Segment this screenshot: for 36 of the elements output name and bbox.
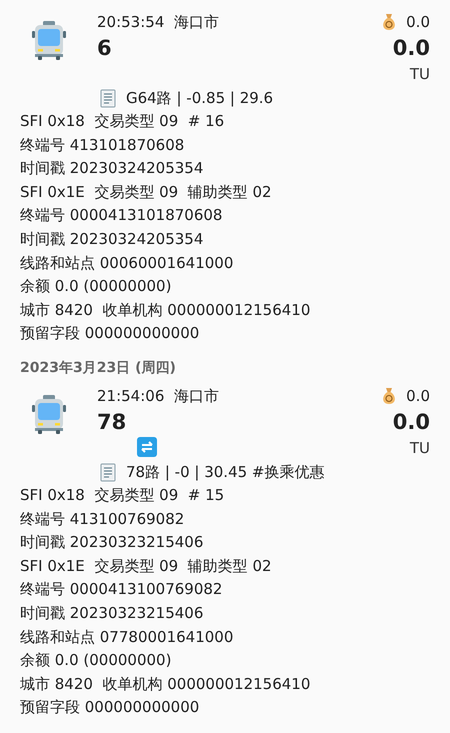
detail-line: 时间戳 20230324205354 [20, 228, 204, 250]
date-header: 2023年3月23日 (周四) [20, 358, 176, 378]
summary: G64路 | -0.85 | 29.6 [126, 88, 274, 109]
unit: TU [410, 64, 430, 85]
detail-line: 城市 8420 收单机构 000000012156410 [20, 674, 312, 695]
detail-line: 余额 0.0 (00000000) [20, 650, 172, 672]
amount: 0.0 [392, 35, 430, 62]
detail-line: 时间戳 20230323215406 [20, 602, 204, 624]
transfer-icon [137, 436, 157, 457]
unit: TU [410, 438, 430, 459]
detail-line: 终端号 0000413101870608 [20, 205, 224, 226]
detail-line: 时间戳 20230323215406 [20, 532, 204, 554]
balance: 0.0 [406, 12, 430, 33]
detail-line: SFI 0x1E 交易类型 09 辅助类型 02 [20, 556, 273, 577]
time-city: 21:54:06 海口市 [97, 386, 220, 407]
detail-line: 终端号 413101870608 [20, 134, 186, 156]
detail-line: 时间戳 20230324205354 [20, 158, 204, 180]
detail-line: SFI 0x1E 交易类型 09 辅助类型 02 [20, 182, 273, 203]
time-city: 20:53:54 海口市 [97, 12, 220, 33]
detail-line: 终端号 0000413100769082 [20, 579, 224, 600]
summary: 78路 | -0 | 30.45 #换乘优惠 [126, 462, 325, 483]
detail-line: SFI 0x18 交易类型 09 # 15 [20, 484, 226, 506]
detail-line: SFI 0x18 交易类型 09 # 16 [20, 111, 226, 132]
detail-line: 线路和站点 00060001641000 [20, 252, 234, 274]
detail-line: 预留字段 000000000000 [20, 697, 200, 718]
detail-line: 线路和站点 07780001641000 [20, 626, 234, 648]
detail-line: 预留字段 000000000000 [20, 323, 200, 344]
memo-icon [100, 88, 116, 108]
route-number: 6 [97, 35, 112, 62]
detail-line: 终端号 413100769082 [20, 508, 186, 530]
memo-icon [100, 462, 116, 482]
amount: 0.0 [392, 408, 430, 436]
detail-line: 城市 8420 收单机构 000000012156410 [20, 300, 312, 321]
detail-line: 余额 0.0 (00000000) [20, 276, 172, 298]
balance: 0.0 [406, 386, 430, 407]
route-number: 78 [97, 408, 126, 436]
